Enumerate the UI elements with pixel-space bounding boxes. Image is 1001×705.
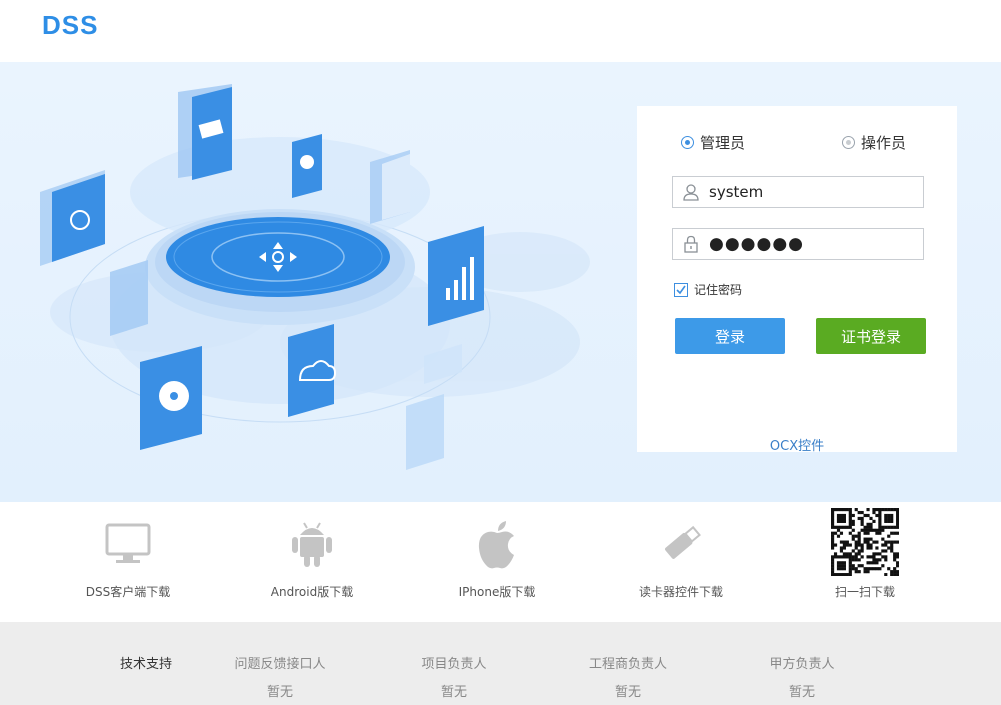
footer-column-title: 工程商负责人 (588, 657, 667, 672)
login-button[interactable]: 登录 (675, 318, 785, 354)
password-field (672, 228, 924, 260)
header: DSS (0, 0, 1001, 62)
role-admin-radio[interactable]: 管理员 (681, 132, 745, 153)
download-iphone[interactable]: IPhone版下载 (417, 502, 577, 622)
user-icon (673, 177, 709, 207)
footer-column-value: 暂无 (266, 685, 293, 700)
remember-password-label: 记住密码 (694, 283, 743, 297)
password-input[interactable] (709, 230, 909, 258)
download-label: IPhone版下载 (458, 585, 536, 599)
support-footer: 技术支持 问题反馈接口人 暂无 项目负责人 暂无 工程商负责人 暂无 甲方负责人… (0, 622, 1001, 705)
apple-icon (417, 514, 577, 574)
download-android[interactable]: Android版下载 (232, 502, 392, 622)
username-field (672, 176, 924, 208)
login-page: DSS 管理员 操作员 system ●●●●●● 记住密码 登录 证书登录 O… (0, 0, 1001, 705)
usb-drive-icon (601, 514, 761, 574)
dss-logo: DSS (42, 10, 99, 40)
role-operator-label: 操作员 (861, 134, 907, 152)
role-admin-label: 管理员 (700, 134, 746, 152)
qr-code-icon (785, 508, 945, 576)
footer-column-title: 项目负责人 (421, 657, 487, 672)
footer-column-value: 暂无 (440, 685, 467, 700)
download-bar: DSS客户端下载 Android版下载 IPhone版下载 读卡器控件下载 扫一… (0, 502, 1001, 622)
download-label: Android版下载 (270, 585, 354, 599)
tech-support-heading: 技术支持 (119, 657, 172, 672)
download-label: 扫一扫下载 (834, 585, 895, 599)
download-scan-qr[interactable]: 扫一扫下载 (785, 502, 945, 622)
footer-column-value: 暂无 (614, 685, 641, 700)
footer-column-title: 问题反馈接口人 (234, 657, 326, 672)
remember-password-checkbox[interactable]: 记住密码 (674, 281, 742, 298)
ocx-control-link[interactable]: OCX控件 (637, 435, 957, 454)
download-dss-client[interactable]: DSS客户端下载 (48, 502, 208, 622)
lock-icon (673, 229, 709, 259)
username-input[interactable] (709, 178, 909, 206)
monitor-icon (48, 514, 208, 574)
android-icon (232, 514, 392, 574)
footer-column-title: 甲方负责人 (769, 657, 835, 672)
radio-selected-icon (681, 136, 694, 149)
certificate-login-button[interactable]: 证书登录 (816, 318, 926, 354)
footer-column-value: 暂无 (788, 685, 815, 700)
radio-unselected-icon (842, 136, 855, 149)
banner: 管理员 操作员 记住密 (0, 62, 1001, 502)
download-label: DSS客户端下载 (85, 585, 171, 599)
login-card: 管理员 操作员 记住密 (637, 106, 957, 454)
checkmark-icon (674, 282, 688, 297)
download-label: 读卡器控件下载 (638, 585, 723, 599)
hero-illustration (40, 84, 590, 470)
role-operator-radio[interactable]: 操作员 (842, 132, 906, 153)
download-card-reader-control[interactable]: 读卡器控件下载 (601, 502, 761, 622)
